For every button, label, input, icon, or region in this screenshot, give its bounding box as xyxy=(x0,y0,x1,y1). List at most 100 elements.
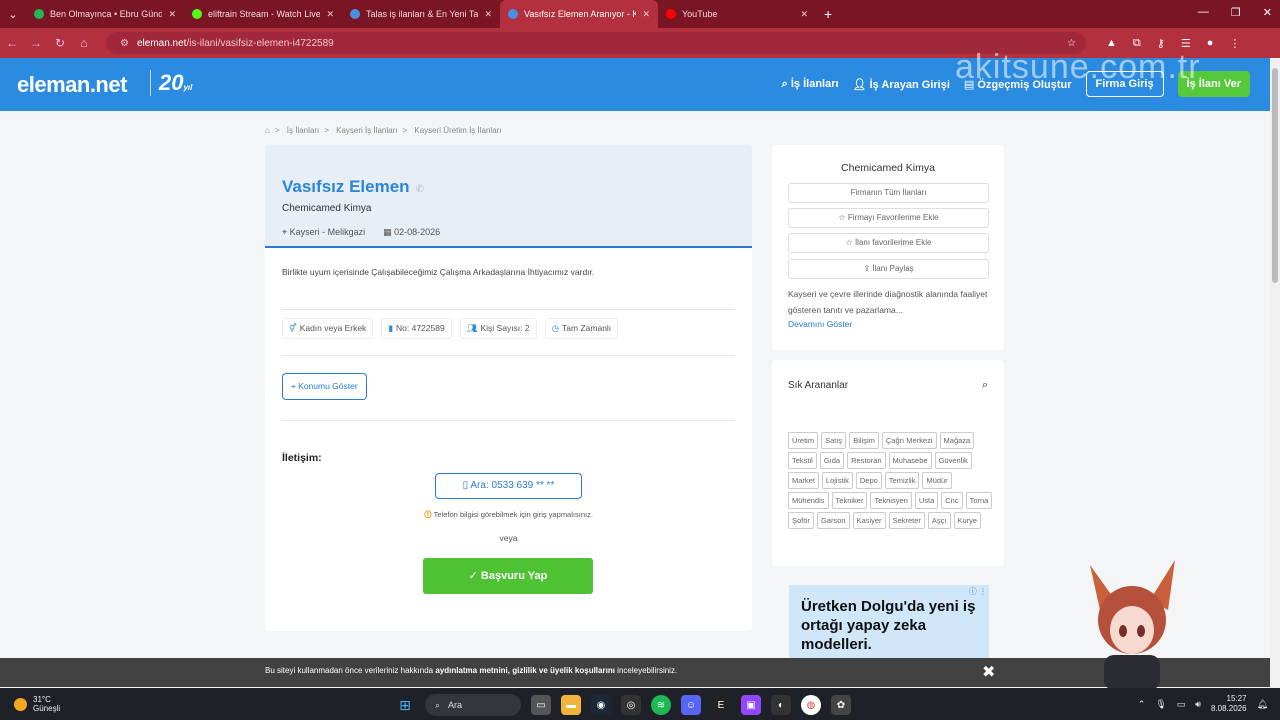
apply-button[interactable]: ✓ Başvuru Yap xyxy=(423,558,593,594)
bookmark-star-icon[interactable]: ☆ xyxy=(1067,38,1076,49)
search-icon[interactable]: ⌕ xyxy=(982,379,988,392)
ad-info-icon[interactable]: ⓘ ⋮ xyxy=(969,586,987,597)
close-icon[interactable]: ✕ xyxy=(800,9,808,20)
weather-widget[interactable]: 31°C Güneşli xyxy=(14,695,60,713)
close-icon[interactable]: ✕ xyxy=(168,9,176,20)
popular-tag[interactable]: Temizlik xyxy=(884,472,920,489)
fav-company-button[interactable]: ☆ Firmayı Favorilerime Ekle xyxy=(788,208,989,228)
new-tab-button[interactable]: + xyxy=(824,6,832,22)
scroll-thumb[interactable] xyxy=(1272,68,1278,283)
time: 15:27 xyxy=(1226,694,1247,703)
close-icon[interactable]: ✕ xyxy=(484,9,492,20)
popular-tag[interactable]: Şoför xyxy=(788,512,814,529)
clock[interactable]: 15:27 8.08.2026 xyxy=(1211,694,1247,714)
nav-jobs-link[interactable]: ⌕ İş İlanları xyxy=(782,78,839,91)
spotify-icon[interactable]: ≋ xyxy=(651,695,671,715)
microphone-icon[interactable]: 🎙︎ xyxy=(1155,699,1166,710)
popular-tag[interactable]: Kasiyer xyxy=(852,512,886,529)
popular-tag[interactable]: Üretim xyxy=(788,432,819,449)
discord-icon[interactable]: ☺ xyxy=(681,695,701,715)
page-scrollbar[interactable] xyxy=(1270,58,1280,698)
close-icon[interactable]: ✖ xyxy=(982,662,995,682)
breadcrumb-item[interactable]: Kayseri Üretim İş İlanları xyxy=(414,126,501,135)
obs-icon[interactable]: ◐ xyxy=(771,695,791,715)
notification-bell-icon[interactable]: 🔔︎ xyxy=(1257,699,1268,710)
nav-seekers-link[interactable]: 👤︎ İş Arayan Girişi xyxy=(853,78,950,91)
popular-tag[interactable]: Tekstil xyxy=(788,452,817,469)
popular-tag[interactable]: Usta xyxy=(914,492,939,509)
back-icon[interactable]: ← xyxy=(0,36,24,50)
popular-tag[interactable]: Satış xyxy=(821,432,847,449)
cookie-policy-link[interactable]: aydınlatma metnini, gizlilik ve üyelik k… xyxy=(435,666,615,675)
site-logo[interactable]: eleman.net xyxy=(17,72,127,98)
restore-icon[interactable]: ❐ xyxy=(1231,6,1241,19)
popular-tag[interactable]: Mağaza xyxy=(939,432,975,449)
popular-tag[interactable]: Sekreter xyxy=(888,512,925,529)
share-job-button[interactable]: ⇪ İlanı Paylaş xyxy=(788,259,989,279)
chevron-up-icon[interactable]: ⌃ xyxy=(1138,699,1146,710)
popular-tag[interactable]: Garson xyxy=(816,512,850,529)
popular-tag[interactable]: Aşçı xyxy=(927,512,951,529)
epic-games-icon[interactable]: E xyxy=(711,695,731,715)
popular-tag[interactable]: Lojistik xyxy=(821,472,853,489)
home-icon[interactable]: ⌂ xyxy=(72,36,96,50)
popular-tag[interactable]: Güvenlik xyxy=(934,452,972,469)
browser-tab-1[interactable]: Ben Olmayınca • Ebru Gündeş ✕ xyxy=(26,0,184,28)
show-location-button[interactable]: ⌖ Konumu Göster xyxy=(282,373,367,400)
chrome-icon[interactable]: ◍ xyxy=(801,695,821,715)
date: 8.08.2026 xyxy=(1210,704,1247,713)
popular-tag[interactable]: Muhasebe xyxy=(888,452,932,469)
fav-job-button[interactable]: ☆ İlanı favorilerime Ekle xyxy=(788,233,989,253)
minimize-icon[interactable]: — xyxy=(1198,6,1209,19)
address-bar[interactable]: ⚙ eleman.net/is-ilani/vasifsiz-elemen-i4… xyxy=(106,32,1086,54)
popular-tag[interactable]: Torna xyxy=(965,492,993,509)
kebab-menu-icon[interactable]: ⋮ xyxy=(1229,37,1240,50)
steam-icon[interactable]: ◉ xyxy=(591,695,611,715)
clock-icon: ◷ xyxy=(551,323,560,333)
breadcrumb-item[interactable]: İş İlanları xyxy=(287,126,319,135)
popular-tag[interactable]: Bilişim xyxy=(849,432,879,449)
close-icon[interactable]: ✕ xyxy=(642,9,650,20)
app-icon[interactable]: ◎ xyxy=(621,695,641,715)
show-more-link[interactable]: Devamını Göster xyxy=(788,319,852,329)
browser-tab-4[interactable]: Vasıfsız Elemen Aranıyor - Kayse ✕ xyxy=(500,0,658,28)
popular-tag[interactable]: Mühendis xyxy=(788,492,829,509)
tab-search-icon[interactable]: ⌄ xyxy=(0,8,26,21)
popular-tag[interactable]: Gıda xyxy=(819,452,845,469)
browser-tab-5[interactable]: YouTube ✕ xyxy=(658,0,816,28)
browser-tab-3[interactable]: Talas iş ilanları & En Yeni Talas İş ✕ xyxy=(342,0,500,28)
windows-start-icon[interactable]: ⊞ xyxy=(395,695,415,715)
forward-icon[interactable]: → xyxy=(24,36,48,50)
advertisement[interactable]: Üretken Dolgu'da yeni iş ortağı yapay ze… xyxy=(789,585,989,658)
reload-icon[interactable]: ↻ xyxy=(48,36,72,50)
profile-icon[interactable]: ● xyxy=(1207,37,1214,50)
popular-tag[interactable]: Market xyxy=(788,472,819,489)
home-icon[interactable]: ⌂ xyxy=(265,126,270,135)
breadcrumb-item[interactable]: Kayseri İş İlanları xyxy=(336,126,397,135)
browser-tab-2[interactable]: eliftrain Stream - Watch Live on ✕ xyxy=(184,0,342,28)
task-view-icon[interactable]: ▭ xyxy=(531,695,551,715)
popular-tag[interactable]: Teknisyen xyxy=(870,492,912,509)
call-button[interactable]: ▯ Ara: 0533 639 ** ** xyxy=(435,473,582,499)
volume-icon[interactable]: 🔊︎ xyxy=(1195,699,1201,710)
all-company-jobs-button[interactable]: Firmanın Tüm İlanları xyxy=(788,183,989,203)
popular-tag[interactable]: Depo xyxy=(855,472,882,489)
divider xyxy=(282,355,735,356)
close-icon[interactable]: ✕ xyxy=(326,9,334,20)
vtube-studio-icon[interactable]: ✿ xyxy=(831,695,851,715)
popular-tag[interactable]: Kurye xyxy=(953,512,982,529)
chip-text: No: 4722589 xyxy=(396,323,445,333)
popular-tag[interactable]: Çağrı Merkezi xyxy=(881,432,937,449)
popular-tag[interactable]: Cnc xyxy=(941,492,963,509)
taskbar-search[interactable]: ⌕ Ara xyxy=(425,694,521,716)
site-info-icon[interactable]: ⚙ xyxy=(120,38,129,49)
popular-tag[interactable]: Restoran xyxy=(847,452,886,469)
network-icon[interactable]: ▭ xyxy=(1177,699,1186,710)
search-icon: ⌕ xyxy=(435,699,441,710)
job-attributes: ⚥ Kadın veya Erkek ▮ No: 4722589 👥︎ Kişi Sa… xyxy=(282,318,619,339)
popular-tag[interactable]: Tekniker xyxy=(831,492,868,509)
close-window-icon[interactable]: ✕ xyxy=(1263,6,1272,19)
file-explorer-icon[interactable]: ▬ xyxy=(561,695,581,715)
popular-tag[interactable]: Müdür xyxy=(922,472,952,489)
twitch-icon[interactable]: ▣ xyxy=(741,695,761,715)
